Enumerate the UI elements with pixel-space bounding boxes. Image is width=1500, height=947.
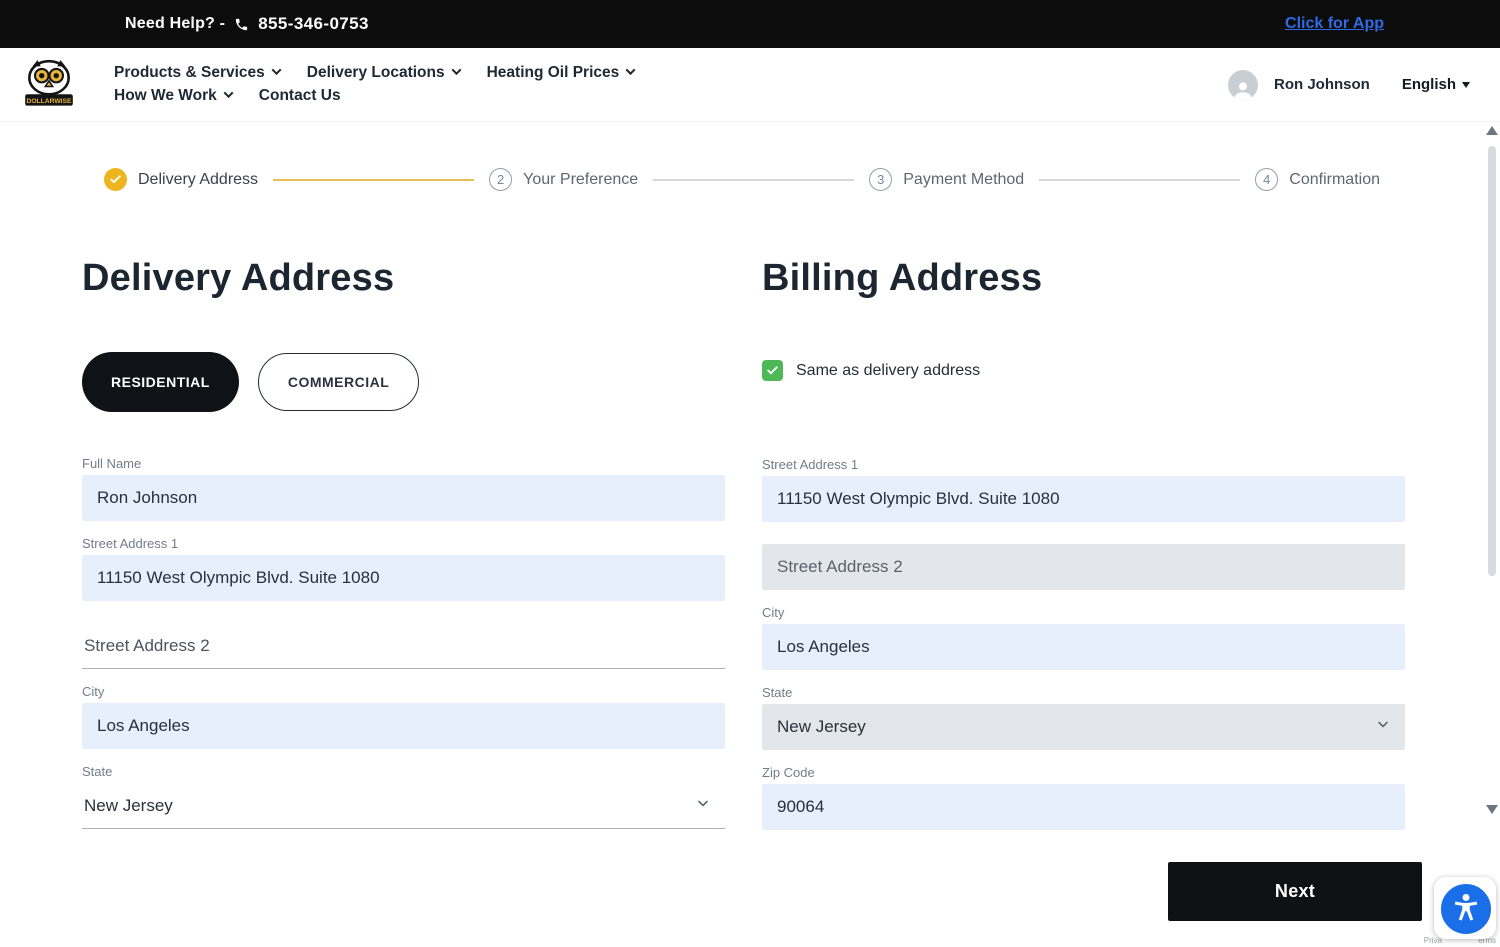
click-for-app-link[interactable]: Click for App — [1285, 15, 1384, 33]
language-selector[interactable]: English — [1402, 76, 1470, 93]
step-number: 2 — [489, 168, 513, 191]
city-label: City — [82, 684, 105, 699]
dollarwise-logo[interactable]: DOLLARWISE — [20, 57, 78, 115]
phone-icon — [234, 17, 249, 32]
billing-address-section: Billing Address Same as delivery address… — [762, 191, 1405, 845]
billing-street-address-2-input[interactable] — [762, 544, 1405, 590]
nav-contact-us[interactable]: Contact Us — [259, 87, 341, 105]
accessibility-person-icon — [1454, 894, 1478, 921]
chevron-down-icon — [695, 795, 711, 816]
billing-city-label: City — [762, 605, 785, 620]
billing-state-label: State — [762, 685, 793, 700]
user-avatar[interactable] — [1228, 69, 1258, 100]
chevron-down-icon — [625, 65, 636, 76]
stepper-connector — [653, 178, 855, 181]
residential-button[interactable]: RESIDENTIAL — [82, 352, 239, 412]
stepper-connector — [1039, 178, 1241, 181]
commercial-button[interactable]: COMMERCIAL — [257, 353, 420, 411]
zip-code-input[interactable] — [762, 784, 1405, 830]
billing-street-address-1-label: Street Address 1 — [762, 457, 859, 472]
checkout-stepper: Delivery Address 2 Your Preference 3 Pay… — [104, 168, 1380, 191]
chevron-down-icon — [451, 65, 462, 76]
nav-heating-oil-prices[interactable]: Heating Oil Prices — [487, 64, 636, 82]
chevron-down-icon — [1375, 717, 1391, 738]
street-address-1-label: Street Address 1 — [82, 536, 179, 551]
nav-delivery-locations[interactable]: Delivery Locations — [307, 64, 462, 82]
delivery-address-section: Delivery Address RESIDENTIAL COMMERCIAL … — [82, 191, 725, 845]
check-icon — [104, 168, 127, 191]
state-label: State — [82, 764, 113, 779]
step-confirmation[interactable]: 4 Confirmation — [1255, 168, 1380, 191]
site-header: DOLLARWISE Products & Services Delivery … — [0, 48, 1500, 122]
need-help-text: Need Help? - — [125, 15, 226, 32]
billing-street-address-1-input[interactable] — [762, 476, 1405, 522]
step-your-preference[interactable]: 2 Your Preference — [489, 168, 638, 191]
next-button[interactable]: Next — [1168, 862, 1422, 921]
street-address-2-input[interactable] — [82, 623, 725, 669]
phone-number[interactable]: 855-346-0753 — [258, 14, 369, 34]
zip-code-label: Zip Code — [762, 765, 815, 780]
scroll-down-arrow-icon[interactable] — [1486, 805, 1498, 814]
main-nav: Products & Services Delivery Locations H… — [114, 64, 636, 105]
caret-down-icon — [1462, 81, 1470, 88]
chevron-down-icon — [223, 88, 234, 99]
full-name-label: Full Name — [82, 456, 142, 471]
top-help-bar: Need Help? - 855-346-0753 Click for App — [0, 0, 1500, 48]
step-number: 4 — [1255, 168, 1279, 191]
user-name[interactable]: Ron Johnson — [1274, 76, 1370, 93]
street-address-1-input[interactable] — [82, 555, 725, 601]
state-select[interactable]: New Jersey — [82, 783, 725, 829]
logo-text: DOLLARWISE — [26, 98, 72, 105]
nav-products-services[interactable]: Products & Services — [114, 64, 282, 82]
step-payment-method[interactable]: 3 Payment Method — [869, 168, 1024, 191]
billing-address-title: Billing Address — [762, 257, 1043, 299]
stepper-connector — [273, 178, 475, 181]
step-delivery-address[interactable]: Delivery Address — [104, 168, 258, 191]
nav-how-we-work[interactable]: How We Work — [114, 87, 234, 105]
accessibility-button[interactable] — [1439, 882, 1493, 936]
form-footer: Next — [0, 832, 1500, 947]
delivery-address-title: Delivery Address — [82, 257, 395, 299]
page-scrollbar[interactable] — [1485, 126, 1499, 814]
scrollbar-thumb[interactable] — [1488, 146, 1496, 576]
same-as-delivery-label: Same as delivery address — [796, 361, 981, 379]
billing-city-input[interactable] — [762, 624, 1405, 670]
billing-state-select[interactable]: New Jersey — [762, 704, 1405, 750]
full-name-input[interactable] — [82, 475, 725, 521]
step-number: 3 — [869, 168, 893, 191]
scroll-up-arrow-icon[interactable] — [1486, 126, 1498, 135]
chevron-down-icon — [271, 65, 282, 76]
same-as-delivery-checkbox[interactable] — [762, 360, 783, 381]
city-input[interactable] — [82, 703, 725, 749]
